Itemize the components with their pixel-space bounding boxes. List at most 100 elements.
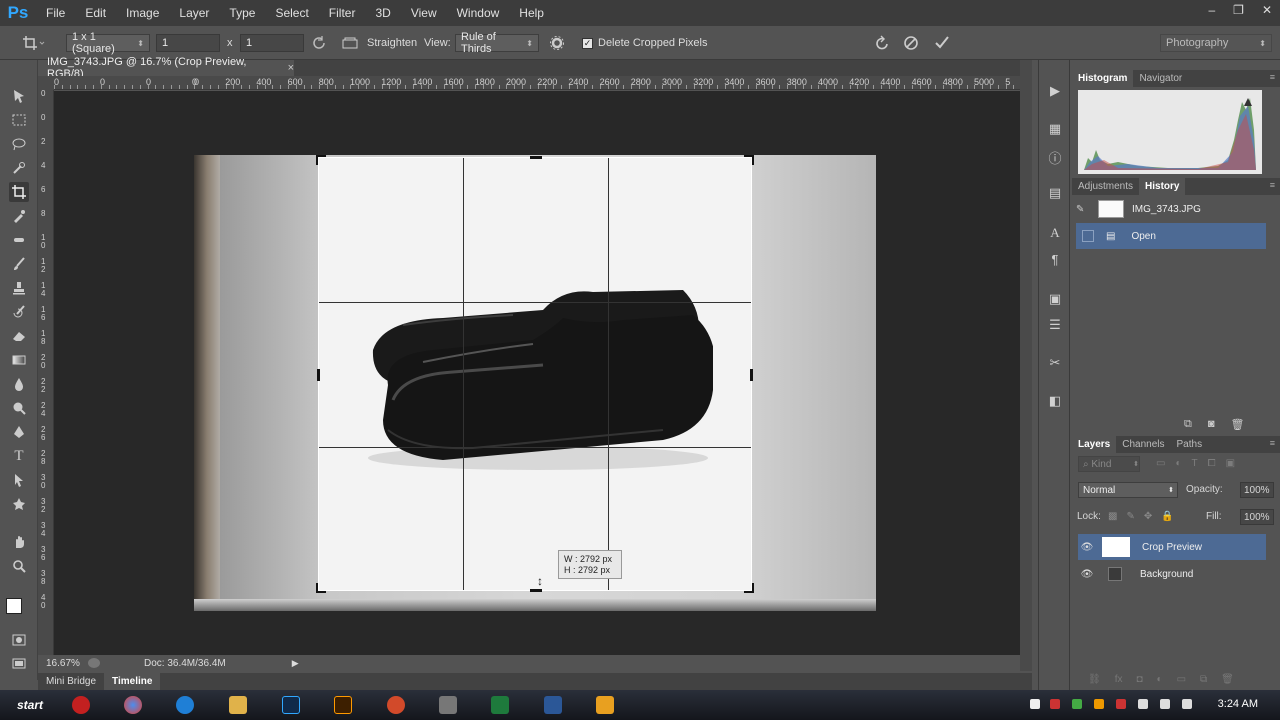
eraser-tool-icon[interactable] <box>9 326 29 346</box>
tray-icon[interactable] <box>1116 699 1126 709</box>
layer-comps-icon[interactable]: ▤ <box>1046 184 1064 202</box>
menu-view[interactable]: View <box>401 6 447 20</box>
hand-tool-icon[interactable] <box>9 532 29 552</box>
close-button[interactable]: ✕ <box>1262 3 1272 17</box>
crop-tool-icon[interactable] <box>9 182 29 202</box>
internet-explorer-icon[interactable] <box>176 696 194 714</box>
dodge-tool-icon[interactable] <box>9 398 29 418</box>
lock-image-icon[interactable]: ✎ <box>1126 511 1134 522</box>
foreground-color-swatch[interactable] <box>6 598 22 614</box>
file-explorer-icon[interactable] <box>229 696 247 714</box>
pen-tool-icon[interactable] <box>9 422 29 442</box>
visibility-eye-icon[interactable]: 👁 <box>1078 542 1096 553</box>
blur-tool-icon[interactable] <box>9 374 29 394</box>
menu-help[interactable]: Help <box>509 6 554 20</box>
type-tool-icon[interactable]: T <box>9 446 29 466</box>
restore-button[interactable]: ❐ <box>1233 3 1244 17</box>
media-player-icon[interactable] <box>596 696 614 714</box>
minimize-button[interactable]: – <box>1208 3 1215 17</box>
menu-filter[interactable]: Filter <box>319 6 366 20</box>
smart-object-filter-icon[interactable]: ▣ <box>1226 458 1235 469</box>
cancel-icon[interactable] <box>903 34 919 52</box>
lock-transparency-icon[interactable]: ▩ <box>1108 511 1117 522</box>
printer-icon[interactable] <box>439 696 457 714</box>
photoshop-taskbar-icon[interactable] <box>282 696 300 714</box>
brush-tool-icon[interactable] <box>9 254 29 274</box>
clone-source-icon[interactable]: ◧ <box>1046 392 1064 410</box>
tab-adjustments[interactable]: Adjustments <box>1072 178 1139 195</box>
screen-mode-icon[interactable] <box>9 654 29 674</box>
tray-icon[interactable] <box>1094 699 1104 709</box>
height-input[interactable]: 1 <box>240 34 304 52</box>
crop-tool-preset-icon[interactable] <box>22 34 46 52</box>
zoom-level[interactable]: 16.67% <box>46 658 84 669</box>
tab-channels[interactable]: Channels <box>1116 436 1170 453</box>
history-brush-tool-icon[interactable] <box>9 302 29 322</box>
commit-checkmark-icon[interactable] <box>934 34 950 52</box>
status-menu-arrow-icon[interactable]: ▶ <box>292 658 299 669</box>
layer-style-icon[interactable]: fx <box>1115 674 1123 685</box>
snapshot-camera-icon[interactable]: ◙ <box>1208 418 1215 431</box>
trash-icon[interactable]: 🗑 <box>1221 674 1234 685</box>
adjustment-filter-icon[interactable]: ◐ <box>1175 458 1181 469</box>
shape-filter-icon[interactable]: ⧠ <box>1208 458 1216 469</box>
trash-icon[interactable]: 🗑 <box>1231 418 1245 431</box>
tray-icon[interactable] <box>1030 699 1040 709</box>
link-layers-icon[interactable]: ⛓ <box>1088 674 1101 685</box>
eyedropper-tool-icon[interactable] <box>9 206 29 226</box>
panel-menu-icon[interactable]: ≡ <box>1270 72 1275 82</box>
custom-shape-tool-icon[interactable] <box>9 494 29 514</box>
close-tab-icon[interactable]: × <box>288 62 294 74</box>
tray-icon[interactable] <box>1138 699 1148 709</box>
layer-mask-icon[interactable]: ◘ <box>1136 674 1142 685</box>
delete-cropped-checkbox[interactable]: ✓ <box>582 37 593 49</box>
excel-icon[interactable] <box>491 696 509 714</box>
history-step-open[interactable]: ▤ Open <box>1076 223 1266 249</box>
tool-presets-icon[interactable]: ✂ <box>1046 354 1064 372</box>
view-overlay-select[interactable]: Rule of Thirds ⬍ <box>455 31 539 55</box>
volume-icon[interactable] <box>1182 699 1192 709</box>
color-panel-icon[interactable]: ▦ <box>1046 120 1064 138</box>
zoom-tool-icon[interactable] <box>9 556 29 576</box>
gear-icon[interactable] <box>549 34 565 52</box>
styles-icon[interactable]: ▣ <box>1046 290 1064 308</box>
network-icon[interactable] <box>1160 699 1170 709</box>
crop-handle-bottom[interactable] <box>530 589 542 592</box>
app-taskbar-icon[interactable] <box>387 696 405 714</box>
panel-menu-icon[interactable]: ≡ <box>1270 180 1275 190</box>
clear-swap-icon[interactable] <box>311 34 327 52</box>
tab-history[interactable]: History <box>1139 178 1186 195</box>
type-filter-icon[interactable]: T <box>1192 458 1198 469</box>
word-icon[interactable] <box>544 696 562 714</box>
character-icon[interactable]: A <box>1046 224 1064 242</box>
tab-histogram[interactable]: Histogram <box>1072 70 1134 87</box>
move-tool-icon[interactable] <box>9 86 29 106</box>
crop-handle-right[interactable] <box>750 369 753 381</box>
path-selection-tool-icon[interactable] <box>9 470 29 490</box>
lock-all-icon[interactable]: 🔒 <box>1161 511 1173 522</box>
reset-icon[interactable] <box>873 34 891 52</box>
adjustment-layer-icon[interactable]: ◐ <box>1157 674 1163 685</box>
clock[interactable]: 3:24 AM <box>1218 698 1258 710</box>
group-icon[interactable]: ▭ <box>1177 674 1186 685</box>
history-snapshot[interactable]: ✎ IMG_3743.JPG <box>1076 196 1266 222</box>
layer-row-background[interactable]: 👁 Background <box>1078 561 1266 587</box>
vertical-scrollbar[interactable] <box>1020 60 1032 671</box>
visibility-eye-icon[interactable]: 👁 <box>1078 569 1096 580</box>
paragraph-icon[interactable]: ¶ <box>1046 250 1064 268</box>
tab-paths[interactable]: Paths <box>1171 436 1209 453</box>
quick-selection-tool-icon[interactable] <box>9 158 29 178</box>
quick-mask-icon[interactable] <box>9 630 29 650</box>
new-document-from-state-icon[interactable]: ⧉ <box>1184 418 1192 431</box>
spot-healing-tool-icon[interactable] <box>9 230 29 250</box>
tab-layers[interactable]: Layers <box>1072 436 1117 453</box>
straighten-icon[interactable] <box>341 34 359 52</box>
lock-position-icon[interactable]: ✥ <box>1144 511 1152 522</box>
marquee-tool-icon[interactable] <box>9 110 29 130</box>
layer-row-crop-preview[interactable]: 👁 Crop Preview <box>1078 534 1266 560</box>
menu-window[interactable]: Window <box>447 6 510 20</box>
panel-menu-icon[interactable]: ≡ <box>1270 438 1275 448</box>
clone-stamp-tool-icon[interactable] <box>9 278 29 298</box>
crop-handle-top-left[interactable] <box>316 155 326 165</box>
tray-icon[interactable] <box>1072 699 1082 709</box>
